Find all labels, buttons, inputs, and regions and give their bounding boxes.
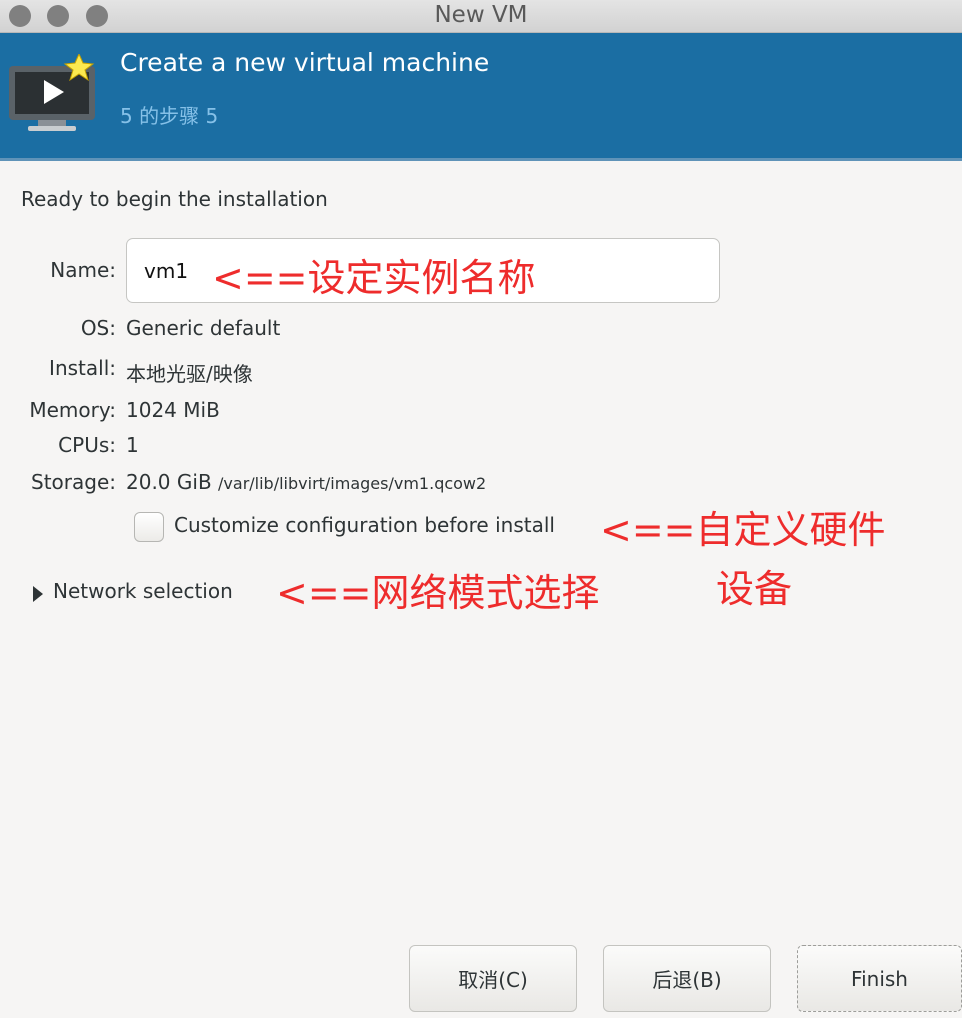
os-label: OS: [80, 316, 116, 340]
customize-label[interactable]: Customize configuration before install [174, 513, 555, 537]
install-value: 本地光驱/映像 [126, 362, 253, 386]
page-heading: Ready to begin the installation [21, 187, 328, 211]
network-annotation: <==网络模式选择 [276, 571, 600, 615]
cpus-value: 1 [126, 433, 139, 457]
monitor-star-icon [9, 54, 95, 131]
expander-triangle-icon[interactable] [32, 586, 44, 602]
cpus-label: CPUs: [58, 433, 116, 457]
storage-path: /var/lib/libvirt/images/vm1.qcow2 [218, 474, 487, 493]
wizard-header: Create a new virtual machine 5 的步骤 5 [0, 33, 962, 161]
storage-value: 20.0 GiB /var/lib/libvirt/images/vm1.qco… [126, 470, 486, 494]
storage-size: 20.0 GiB [126, 470, 212, 494]
storage-label: Storage: [31, 470, 116, 494]
header-title: Create a new virtual machine [120, 48, 490, 77]
back-button[interactable]: 后退(B) [603, 945, 771, 1012]
header-step: 5 的步骤 5 [120, 104, 219, 128]
customize-annotation-line2: 设备 [716, 567, 793, 611]
network-selection-expander[interactable]: Network selection [53, 579, 233, 603]
memory-value: 1024 MiB [126, 398, 220, 422]
window-titlebar: New VM [0, 0, 962, 33]
window-title: New VM [434, 2, 528, 28]
name-annotation: <==设定实例名称 [212, 256, 536, 300]
cancel-button[interactable]: 取消(C) [409, 945, 577, 1012]
memory-label: Memory: [29, 398, 116, 422]
customize-annotation: <==自定义硬件 [600, 508, 886, 552]
customize-checkbox[interactable] [134, 512, 164, 542]
finish-button[interactable]: Finish [797, 945, 962, 1012]
install-label: Install: [49, 356, 116, 380]
name-label: Name: [50, 258, 116, 282]
os-value: Generic default [126, 316, 281, 340]
